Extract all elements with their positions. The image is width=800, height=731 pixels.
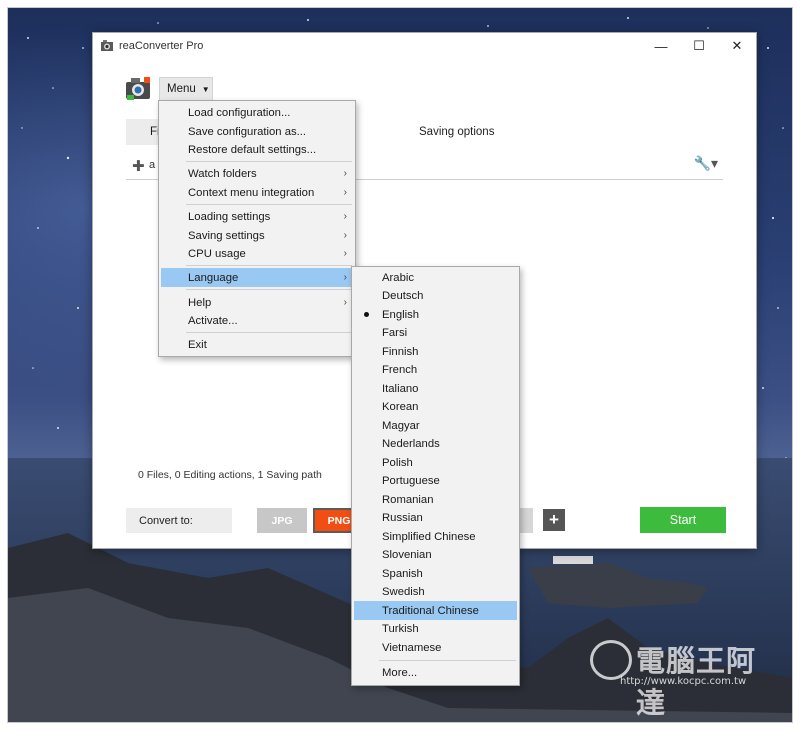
tab-saving-options[interactable]: Saving options bbox=[419, 126, 494, 138]
language-item-swedish[interactable]: Swedish bbox=[354, 583, 517, 602]
radio-selected-icon bbox=[364, 312, 369, 317]
watermark-url: http://www.kocpc.com.tw bbox=[620, 676, 747, 687]
language-item-korean[interactable]: Korean bbox=[354, 398, 517, 417]
language-item-slovenian[interactable]: Slovenian bbox=[354, 546, 517, 565]
menu-item-cpu-usage[interactable]: CPU usage › bbox=[161, 244, 353, 263]
status-text: 0 Files, 0 Editing actions, 1 Saving pat… bbox=[138, 469, 322, 481]
mascot-face-icon bbox=[590, 640, 632, 680]
menu-item-help[interactable]: Help › bbox=[161, 293, 353, 312]
chevron-right-icon: › bbox=[343, 230, 347, 241]
menu-item-activate[interactable]: Activate... bbox=[161, 311, 353, 330]
minimize-button[interactable]: — bbox=[642, 33, 680, 59]
main-menu: Load configuration... Save configuration… bbox=[158, 100, 356, 357]
menu-button[interactable]: Menu ▼ bbox=[159, 77, 213, 101]
language-item-russian[interactable]: Russian bbox=[354, 509, 517, 528]
menu-separator bbox=[379, 660, 516, 661]
app-icon bbox=[101, 40, 113, 51]
convert-to-label: Convert to: bbox=[126, 508, 232, 533]
add-files-label[interactable]: a bbox=[149, 159, 155, 171]
chevron-right-icon: › bbox=[343, 248, 347, 259]
chevron-right-icon: › bbox=[343, 272, 347, 283]
menu-separator bbox=[186, 289, 352, 290]
format-jpg-button[interactable]: JPG bbox=[257, 508, 307, 533]
wrench-icon[interactable]: 🔧▾ bbox=[694, 155, 718, 172]
close-button[interactable]: ✕ bbox=[718, 33, 756, 59]
language-item-polish[interactable]: Polish bbox=[354, 453, 517, 472]
language-item-portuguese[interactable]: Portuguese bbox=[354, 472, 517, 491]
menu-separator bbox=[186, 204, 352, 205]
menu-item-save-configuration[interactable]: Save configuration as... bbox=[161, 122, 353, 141]
menu-item-saving-settings[interactable]: Saving settings › bbox=[161, 226, 353, 245]
language-item-turkish[interactable]: Turkish bbox=[354, 620, 517, 639]
language-item-traditional-chinese[interactable]: Traditional Chinese bbox=[354, 601, 517, 620]
language-item-finnish[interactable]: Finnish bbox=[354, 342, 517, 361]
plus-icon[interactable]: ✚ bbox=[132, 157, 145, 175]
caret-down-icon: ▼ bbox=[201, 84, 210, 94]
menu-separator bbox=[186, 265, 352, 266]
language-item-romanian[interactable]: Romanian bbox=[354, 490, 517, 509]
language-item-arabic[interactable]: Arabic bbox=[354, 268, 517, 287]
minimize-icon: — bbox=[654, 38, 668, 54]
chevron-right-icon: › bbox=[343, 187, 347, 198]
add-format-button[interactable]: + bbox=[543, 509, 565, 531]
maximize-icon: ☐ bbox=[693, 38, 705, 53]
plus-icon: + bbox=[549, 510, 559, 529]
language-item-vietnamese[interactable]: Vietnamese bbox=[354, 638, 517, 657]
language-item-french[interactable]: French bbox=[354, 361, 517, 380]
menu-item-watch-folders[interactable]: Watch folders › bbox=[161, 164, 353, 183]
language-item-english[interactable]: English bbox=[354, 305, 517, 324]
menu-item-context-menu-integration[interactable]: Context menu integration › bbox=[161, 183, 353, 202]
chevron-right-icon: › bbox=[343, 297, 347, 308]
language-item-spanish[interactable]: Spanish bbox=[354, 564, 517, 583]
language-item-deutsch[interactable]: Deutsch bbox=[354, 287, 517, 306]
menu-item-exit[interactable]: Exit bbox=[161, 335, 353, 354]
camera-icon bbox=[126, 77, 150, 100]
language-submenu: Arabic Deutsch English Farsi Finnish Fre… bbox=[351, 266, 520, 686]
window-title: reaConverter Pro bbox=[119, 40, 204, 52]
chevron-right-icon: › bbox=[343, 211, 347, 222]
language-item-more[interactable]: More... bbox=[354, 663, 517, 682]
menu-separator bbox=[186, 161, 352, 162]
menu-button-label: Menu bbox=[167, 83, 196, 95]
watermark: 電腦王阿達 http://www.kocpc.com.tw bbox=[590, 636, 780, 720]
language-item-magyar[interactable]: Magyar bbox=[354, 416, 517, 435]
language-item-farsi[interactable]: Farsi bbox=[354, 324, 517, 343]
menu-separator bbox=[186, 332, 352, 333]
maximize-button[interactable]: ☐ bbox=[680, 33, 718, 59]
language-item-nederlands[interactable]: Nederlands bbox=[354, 435, 517, 454]
language-item-italiano[interactable]: Italiano bbox=[354, 379, 517, 398]
chevron-right-icon: › bbox=[343, 168, 347, 179]
menu-item-load-configuration[interactable]: Load configuration... bbox=[161, 103, 353, 122]
close-icon: ✕ bbox=[731, 38, 743, 53]
menu-item-language[interactable]: Language › bbox=[161, 268, 353, 287]
language-item-simplified-chinese[interactable]: Simplified Chinese bbox=[354, 527, 517, 546]
start-button[interactable]: Start bbox=[640, 507, 726, 533]
menu-item-loading-settings[interactable]: Loading settings › bbox=[161, 207, 353, 226]
title-bar: reaConverter Pro — ☐ ✕ bbox=[93, 33, 756, 61]
menu-item-restore-defaults[interactable]: Restore default settings... bbox=[161, 140, 353, 159]
